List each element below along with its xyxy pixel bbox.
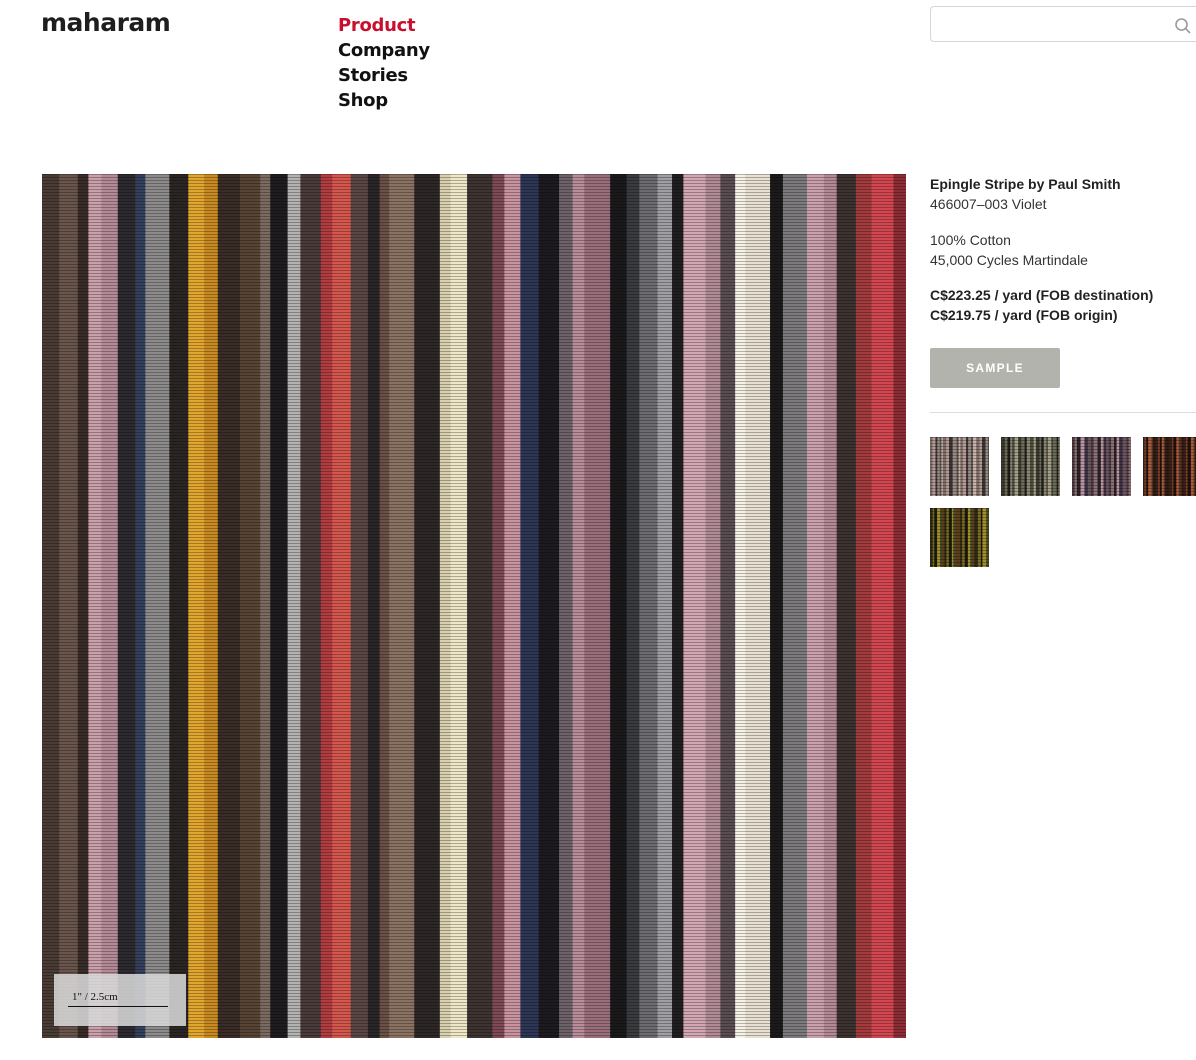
fabric-swatch-image — [42, 174, 906, 1038]
colorway-thumb-2[interactable] — [1001, 437, 1060, 496]
nav-item-company[interactable]: Company — [338, 38, 430, 63]
price-fob-origin: C$219.75 / yard (FOB origin) — [930, 307, 1118, 323]
scale-label: 1" / 2.5cm — [72, 991, 118, 1003]
product-info: Epingle Stripe by Paul Smith 466007–003 … — [930, 174, 1196, 325]
colorway-thumb-4[interactable] — [1143, 437, 1196, 496]
scale-indicator: 1" / 2.5cm — [54, 974, 186, 1026]
colorway-thumb-5[interactable] — [930, 508, 989, 567]
search-box — [930, 6, 1196, 42]
main-nav: Product Company Stories Shop — [338, 13, 430, 113]
search-icon[interactable] — [1174, 17, 1192, 35]
price-fob-destination: C$223.25 / yard (FOB destination) — [930, 287, 1154, 303]
product-code: 466007–003 Violet — [930, 196, 1047, 212]
search-input[interactable] — [931, 7, 1181, 41]
divider — [930, 412, 1196, 413]
scale-bar — [68, 1006, 168, 1007]
brand-logo[interactable]: maharam — [41, 8, 171, 37]
product-name: Epingle Stripe by Paul Smith — [930, 176, 1121, 192]
colorway-thumb-1[interactable] — [930, 437, 989, 496]
nav-item-stories[interactable]: Stories — [338, 63, 430, 88]
sample-button[interactable]: SAMPLE — [930, 348, 1060, 388]
colorway-thumb-3[interactable] — [1072, 437, 1131, 496]
page: maharam Product Company Stories Shop 1" … — [0, 0, 1196, 1060]
product-specs: 100% Cotton 45,000 Cycles Martindale — [930, 230, 1196, 270]
spec-durability: 45,000 Cycles Martindale — [930, 252, 1088, 268]
colorway-grid — [930, 437, 1196, 569]
spec-content: 100% Cotton — [930, 232, 1011, 248]
product-prices: C$223.25 / yard (FOB destination) C$219.… — [930, 285, 1196, 325]
nav-item-shop[interactable]: Shop — [338, 88, 430, 113]
nav-item-product[interactable]: Product — [338, 13, 430, 38]
